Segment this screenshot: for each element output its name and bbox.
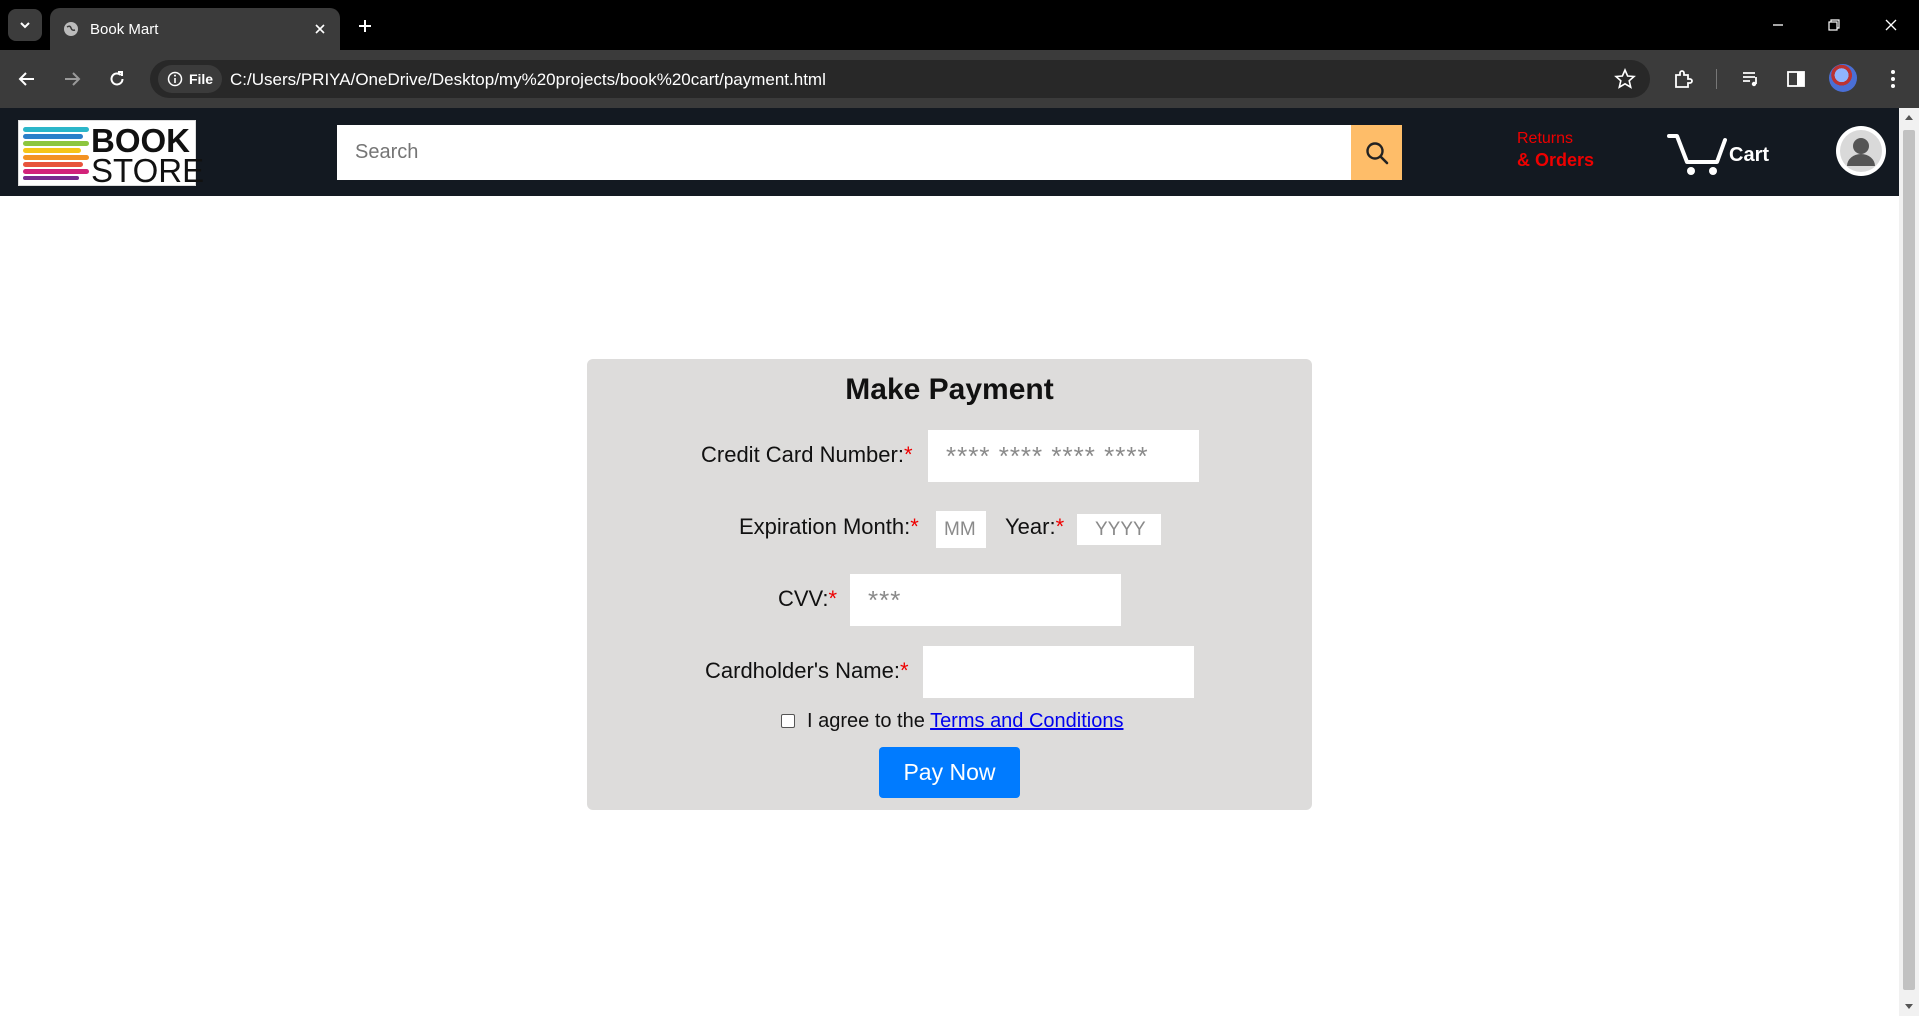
arrow-left-icon (18, 72, 34, 86)
terms-link[interactable]: Terms and Conditions (930, 710, 1123, 732)
orders-label: & Orders (1517, 150, 1595, 170)
triangle-down-icon (1905, 1004, 1913, 1009)
cvv-input[interactable] (850, 574, 1121, 626)
page-scrollbar[interactable] (1899, 108, 1919, 1016)
reload-button[interactable] (102, 64, 132, 94)
close-icon (1885, 19, 1897, 31)
user-icon (1840, 130, 1882, 172)
required-mark: * (828, 586, 838, 611)
profile-avatar-icon[interactable] (1829, 64, 1857, 92)
close-window-button[interactable] (1877, 12, 1905, 38)
reload-icon (110, 71, 124, 86)
cart-link[interactable]: Cart (1667, 130, 1777, 180)
browser-tab[interactable]: Book Mart (50, 8, 340, 50)
browser-toolbar: File C:/Users/PRIYA/OneDrive/Desktop/my%… (0, 50, 1919, 108)
media-controls-button[interactable] (1738, 66, 1764, 92)
terms-agree-text: I agree to the (807, 710, 931, 732)
exp-year-input[interactable] (1077, 514, 1161, 545)
plus-icon (359, 20, 371, 32)
tab-search-button[interactable] (8, 9, 42, 41)
cardholder-name-label: Cardholder's Name:* (705, 658, 909, 683)
close-icon (315, 24, 325, 34)
back-button[interactable] (12, 64, 42, 94)
required-mark: * (903, 442, 913, 467)
cvv-label: CVV:* (778, 586, 838, 611)
minimize-button[interactable] (1764, 12, 1792, 38)
cart-label: Cart (1729, 144, 1770, 166)
search-icon (1365, 141, 1388, 164)
payment-form: Make Payment Credit Card Number:* Expira… (587, 359, 1312, 810)
required-mark: * (910, 514, 919, 539)
new-tab-button[interactable] (352, 13, 378, 39)
required-mark: * (899, 658, 909, 683)
more-vertical-icon (1891, 70, 1895, 88)
search-input[interactable] (337, 125, 1351, 180)
exp-year-label: Year:* (1005, 514, 1065, 539)
tab-title: Book Mart (90, 21, 159, 38)
scrollbar-thumb[interactable] (1903, 130, 1915, 990)
logo-text-store: STORE (91, 152, 205, 189)
scroll-down-button[interactable] (1899, 998, 1919, 1016)
exp-month-input[interactable] (936, 511, 986, 548)
page-viewport: BOOK STORE Returns & Orders Cart (0, 108, 1899, 1016)
site-header: BOOK STORE Returns & Orders Cart (0, 108, 1899, 196)
scroll-up-button[interactable] (1899, 108, 1919, 126)
cardholder-name-input[interactable] (923, 646, 1194, 698)
search-button[interactable] (1351, 125, 1402, 180)
user-avatar[interactable] (1836, 126, 1886, 176)
terms-checkbox[interactable] (781, 714, 795, 728)
search-bar (337, 125, 1402, 180)
playlist-icon (1743, 72, 1757, 87)
cart-icon (1667, 134, 1727, 175)
required-mark: * (1055, 514, 1065, 539)
file-chip-label: File (188, 71, 214, 87)
info-icon (167, 71, 183, 87)
close-tab-button[interactable] (310, 19, 330, 39)
returns-orders-link[interactable]: Returns & Orders (1517, 130, 1594, 171)
exp-month-label: Expiration Month:* (739, 514, 919, 539)
site-info-chip[interactable]: File (158, 65, 222, 93)
bookmark-star-icon[interactable] (1614, 68, 1636, 90)
puzzle-icon (1675, 70, 1693, 88)
toolbar-separator (1716, 69, 1717, 89)
pay-now-button[interactable]: Pay Now (879, 747, 1020, 798)
card-number-label: Credit Card Number:* (701, 442, 913, 467)
side-panel-icon (1787, 71, 1805, 87)
side-panel-button[interactable] (1783, 66, 1809, 92)
returns-label: Returns (1517, 130, 1574, 147)
browser-tab-strip: Book Mart (0, 0, 1919, 50)
address-bar[interactable]: File C:/Users/PRIYA/OneDrive/Desktop/my%… (150, 60, 1650, 98)
card-number-input[interactable] (928, 430, 1199, 482)
chevron-down-icon (20, 22, 30, 29)
forward-button[interactable] (57, 64, 87, 94)
triangle-up-icon (1905, 115, 1913, 120)
restore-button[interactable] (1820, 12, 1848, 38)
minimize-icon (1773, 24, 1783, 26)
bookstore-logo[interactable]: BOOK STORE (18, 120, 204, 189)
book-stripes-icon (23, 127, 89, 180)
url-text[interactable]: C:/Users/PRIYA/OneDrive/Desktop/my%20pro… (230, 70, 826, 90)
browser-menu-button[interactable] (1880, 66, 1906, 92)
arrow-right-icon (65, 72, 81, 86)
restore-icon (1828, 19, 1840, 31)
terms-agreement: I agree to the Terms and Conditions (807, 710, 1124, 733)
payment-title: Make Payment (845, 373, 1054, 406)
extensions-button[interactable] (1670, 66, 1696, 92)
globe-icon (64, 22, 78, 36)
